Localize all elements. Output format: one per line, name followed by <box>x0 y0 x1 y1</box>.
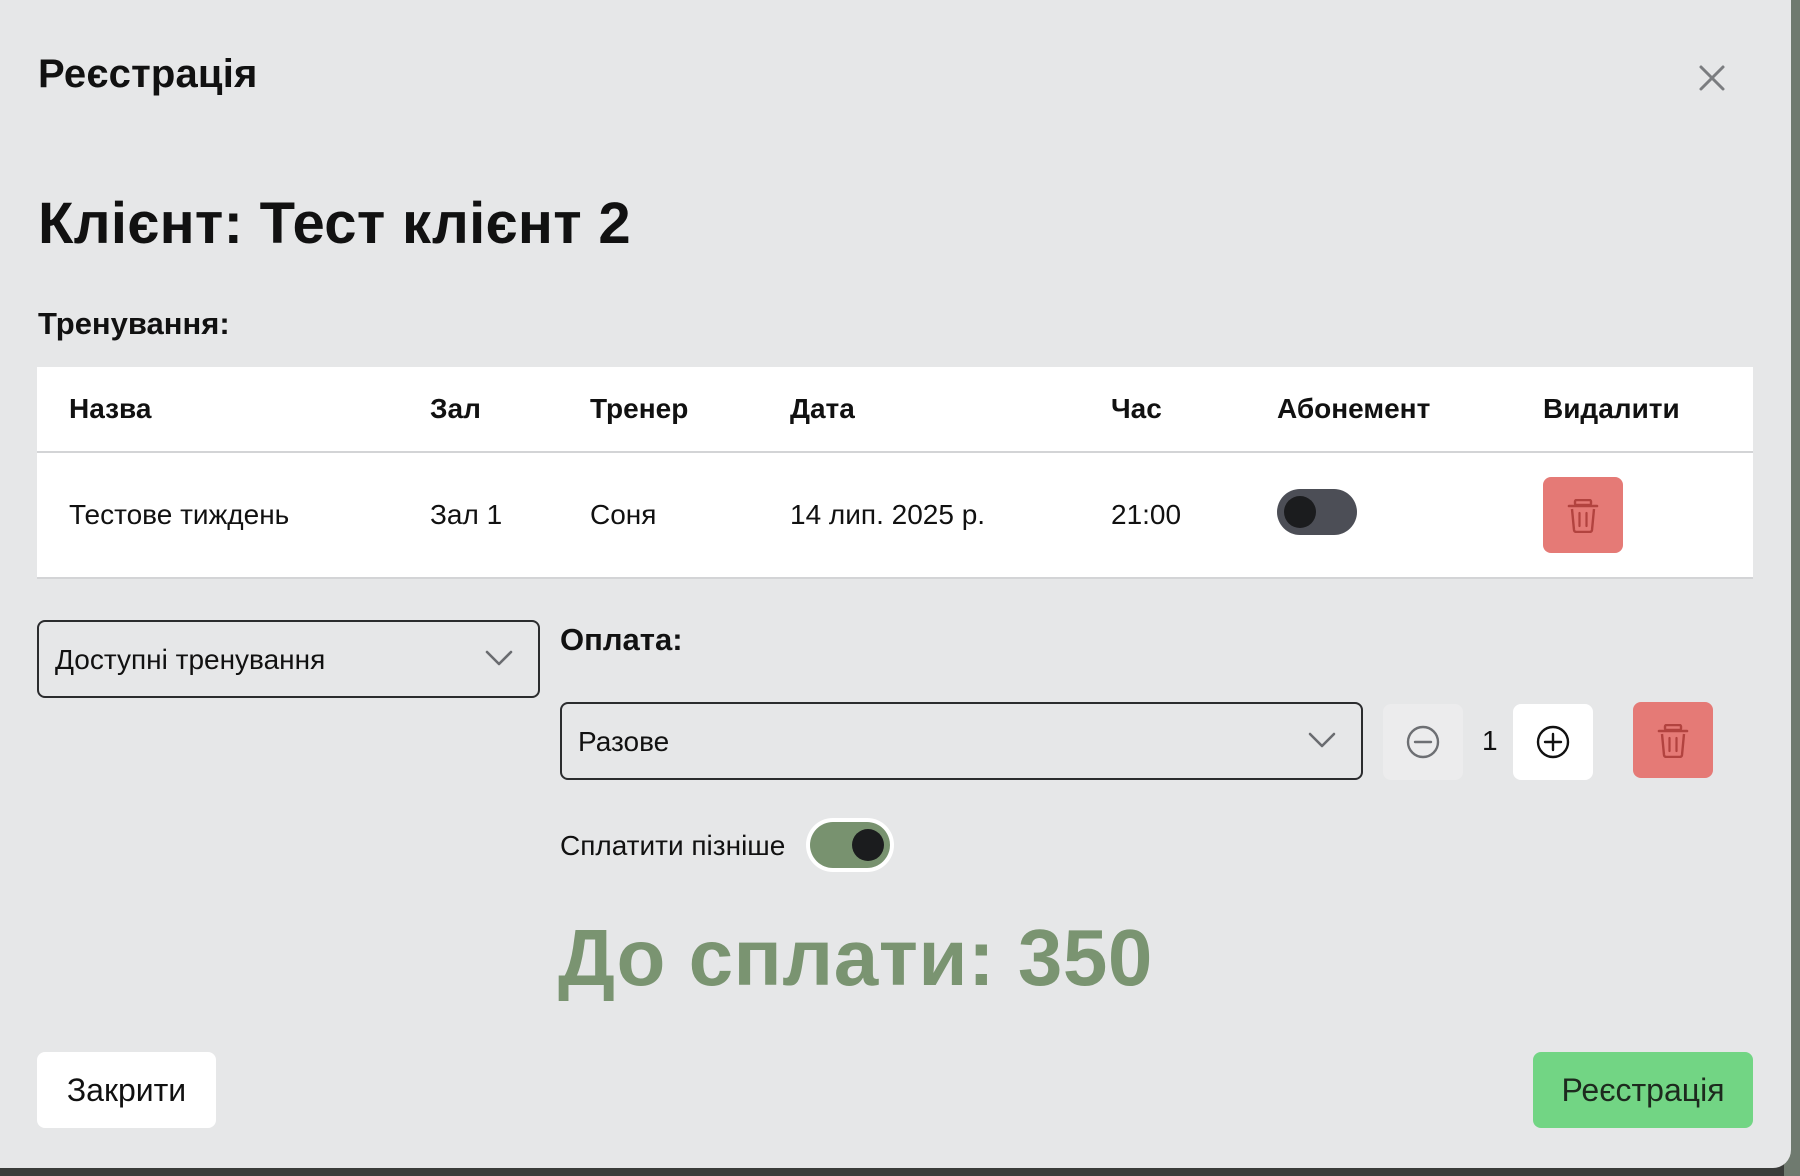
delete-workout-button[interactable] <box>1543 477 1623 553</box>
payment-label: Оплата: <box>560 622 683 657</box>
available-workouts-select[interactable]: Доступні тренування <box>37 620 540 698</box>
payment-type-value: Разове <box>578 726 670 757</box>
chevron-down-icon <box>1308 732 1336 748</box>
cell-hall: Зал 1 <box>430 499 503 530</box>
cell-name: Тестове тиждень <box>69 499 290 530</box>
workouts-label: Тренування: <box>38 306 230 341</box>
total-amount: До сплати: 350 <box>558 913 1153 1002</box>
column-header-trainer: Тренер <box>590 393 689 424</box>
column-header-time: Час <box>1111 393 1162 424</box>
available-workouts-value: Доступні тренування <box>55 644 326 675</box>
pay-later-label: Сплатити пізніше <box>560 830 786 861</box>
column-header-hall: Зал <box>430 393 481 424</box>
toggle-knob <box>852 829 884 861</box>
table-header: Назва Зал Тренер Дата Час Абонемент Вида… <box>37 367 1753 453</box>
payment-type-select[interactable]: Разове <box>560 702 1363 780</box>
client-heading: Клієнт: Тест клієнт 2 <box>38 191 631 256</box>
register-button[interactable]: Реєстрація <box>1533 1052 1753 1128</box>
workouts-table: Назва Зал Тренер Дата Час Абонемент Вида… <box>37 367 1753 579</box>
modal-title: Реєстрація <box>38 52 258 96</box>
subscription-toggle[interactable] <box>1277 489 1357 535</box>
cell-trainer: Соня <box>590 499 657 530</box>
chevron-down-icon <box>485 650 513 666</box>
column-header-name: Назва <box>69 393 152 424</box>
trash-icon <box>1567 499 1599 533</box>
column-header-date: Дата <box>790 393 855 424</box>
pay-later-toggle[interactable] <box>810 822 890 868</box>
close-icon[interactable] <box>1692 58 1732 98</box>
column-header-subscription: Абонемент <box>1277 393 1431 424</box>
increment-button[interactable] <box>1513 704 1593 780</box>
minus-circle-icon <box>1406 725 1440 759</box>
column-header-delete: Видалити <box>1543 393 1680 424</box>
table-row: Тестове тиждень Зал 1 Соня 14 лип. 2025 … <box>37 453 1753 579</box>
trash-icon <box>1657 724 1689 758</box>
registration-modal: Реєстрація Клієнт: Тест клієнт 2 Тренува… <box>0 0 1791 1168</box>
cell-time: 21:00 <box>1111 499 1182 530</box>
cell-date: 14 лип. 2025 р. <box>790 499 986 530</box>
toggle-knob <box>1284 496 1316 528</box>
decrement-button[interactable] <box>1383 704 1463 780</box>
quantity-value: 1 <box>1482 725 1498 756</box>
close-button[interactable]: Закрити <box>37 1052 216 1128</box>
delete-payment-button[interactable] <box>1633 702 1713 778</box>
plus-circle-icon <box>1536 725 1570 759</box>
